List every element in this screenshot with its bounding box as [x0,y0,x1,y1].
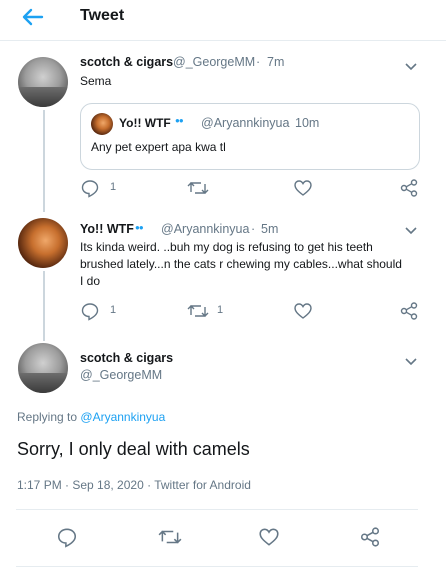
author-name[interactable]: Yo!! WTF [80,222,134,236]
reply-icon[interactable] [80,178,100,198]
tweet-time[interactable]: 7m [267,55,284,69]
share-icon[interactable] [359,526,381,547]
quote-text: Any pet expert apa kwa tl [91,140,226,154]
divider [16,566,418,567]
divider [16,509,418,510]
thread-line [43,271,45,341]
eyes-emoji-icon: ●● [135,223,144,232]
quote-avatar [91,113,113,135]
replying-to-link[interactable]: @Aryannkinyua [80,410,165,424]
like-icon[interactable] [293,301,313,321]
quote-author-name: Yo!! WTF [119,116,171,130]
share-icon[interactable] [399,178,419,198]
retweet-icon[interactable] [187,178,209,198]
reply-count: 1 [110,181,117,193]
replying-to: Replying to @Aryannkinyua [17,410,165,424]
author-handle[interactable]: @_GeorgeMM [80,368,162,382]
replying-prefix: Replying to [17,410,78,424]
author-name[interactable]: scotch & cigars [80,55,173,69]
time-separator: · [256,55,261,69]
chevron-down-icon[interactable] [404,223,418,235]
avatar[interactable] [18,57,68,107]
avatar[interactable] [18,218,68,268]
time-separator: · [251,222,256,236]
chevron-down-icon[interactable] [404,354,418,366]
thread-line [43,110,45,212]
retweet-count: 1 [217,304,224,316]
reply-icon[interactable] [80,301,100,321]
eyes-emoji-icon: ●● [175,116,184,125]
chevron-down-icon[interactable] [404,59,418,71]
main-tweet-text: Sorry, I only deal with camels [17,439,250,459]
reply-count: 1 [110,304,117,316]
author-handle[interactable]: @Aryannkinyua [161,222,249,236]
tweet-text: Sema [80,74,112,88]
avatar[interactable] [18,343,68,393]
retweet-icon[interactable] [187,301,209,321]
page-title: Tweet [80,7,125,24]
top-bar: Tweet [0,0,446,41]
author-handle[interactable]: @_GeorgeMM [173,55,255,69]
time-separator: · [286,116,291,130]
retweet-icon[interactable] [158,526,182,546]
quote-author-handle: @Aryannkinyua [201,116,290,130]
quoted-tweet[interactable]: Yo!! WTF ●● @Aryannkinyua · 10m Any pet … [80,103,420,170]
author-name[interactable]: scotch & cigars [80,351,173,365]
tweet-time[interactable]: 5m [261,222,278,236]
tweet-timestamp[interactable]: 1:17 PM · Sep 18, 2020 · Twitter for And… [17,478,251,492]
back-arrow-icon[interactable] [20,6,46,28]
tweet-text: Its kinda weird. ..buh my dog is refusin… [80,240,402,288]
quote-time: 10m [295,116,320,130]
like-icon[interactable] [258,526,280,546]
share-icon[interactable] [399,301,419,321]
like-icon[interactable] [293,178,313,198]
reply-icon[interactable] [56,526,78,548]
